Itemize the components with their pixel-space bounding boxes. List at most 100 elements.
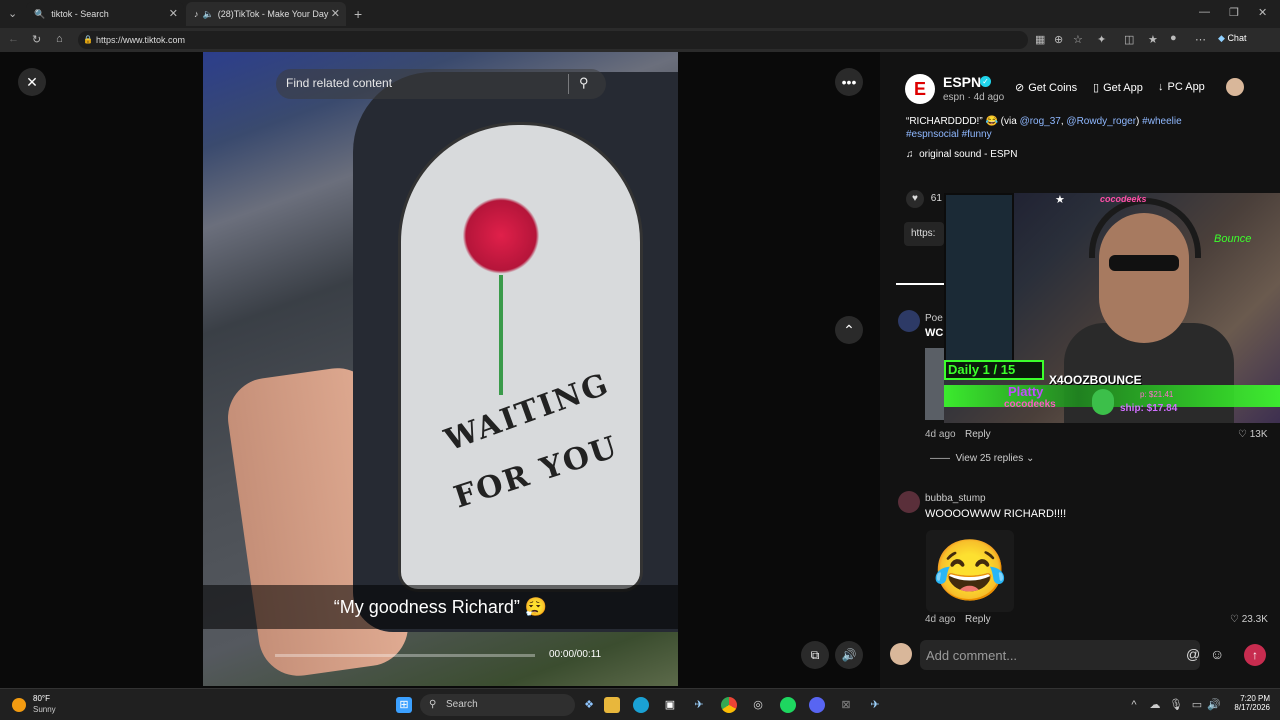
video-caption: “My goodness Richard” 😮‍💨 [333, 597, 548, 617]
author-avatar[interactable]: E [905, 74, 935, 104]
home-icon[interactable]: ⌂ [56, 33, 63, 45]
volume-button[interactable]: 🔊 [835, 641, 863, 669]
pc-app-button[interactable]: ↓ PC App [1158, 81, 1205, 93]
comment-like[interactable]: ♡ 13K [1238, 429, 1268, 440]
mention-link[interactable]: @rog_37 [1020, 116, 1061, 127]
overlay-top-name: cocodeeks [1100, 194, 1147, 204]
more-icon[interactable]: ⋯ [1195, 33, 1206, 46]
hashtag-link[interactable]: #wheelie [1142, 116, 1181, 127]
find-related-search[interactable]: Find related content ⚲ [276, 69, 606, 99]
edge-icon[interactable] [633, 697, 649, 713]
music-note-icon: ♫ [906, 149, 914, 160]
description-text: “RICHARDDDD!” 😂 (via [906, 116, 1020, 127]
copilot-chat-button[interactable]: ◆ Chat [1218, 33, 1246, 44]
puzzle-icon[interactable]: ✦ [1097, 33, 1106, 46]
video-progress-bar[interactable] [275, 654, 535, 657]
maximize-icon[interactable]: ❐ [1229, 6, 1239, 19]
file-explorer-icon[interactable] [604, 697, 620, 713]
task-view-icon[interactable]: ❖ [581, 697, 597, 713]
minimize-icon[interactable]: — [1199, 6, 1210, 18]
tab-title: (28)TikTok - Make Your Day [217, 9, 329, 19]
commenter-avatar[interactable] [898, 491, 920, 513]
chat-label: Chat [1227, 33, 1247, 43]
taskbar-search[interactable]: ⚲ Search [420, 694, 575, 716]
reload-icon[interactable]: ↻ [32, 33, 41, 46]
comment-like-count: 13K [1249, 429, 1268, 440]
obs-icon[interactable]: ◎ [750, 697, 766, 713]
like-icon[interactable]: ♥ [906, 190, 924, 208]
hashtag-link[interactable]: #funny [962, 129, 992, 140]
commenter-avatar[interactable] [898, 310, 920, 332]
get-app-label: Get App [1103, 81, 1143, 94]
clock[interactable]: 7:20 PM 8/17/2026 [1226, 694, 1270, 712]
mention-link[interactable]: @Rowdy_roger [1066, 116, 1136, 127]
clock-date: 8/17/2026 [1234, 703, 1270, 712]
caption-band: “My goodness Richard” 😮‍💨 [203, 585, 678, 629]
discord-icon[interactable] [809, 697, 825, 713]
user-avatar[interactable] [1226, 78, 1244, 96]
send-comment-button[interactable]: ↑ [1244, 644, 1266, 666]
comment-image[interactable] [925, 348, 945, 420]
tab-list-icon[interactable]: ⌄ [8, 7, 17, 20]
steam-icon[interactable]: ✈ [691, 697, 707, 713]
tab-tiktok-active[interactable]: ♪ 🔈 (28)TikTok - Make Your Day ✕ [186, 2, 346, 26]
url-text: https://www.tiktok.com [96, 35, 186, 45]
overlay-money: p: $21.41 [1140, 390, 1174, 399]
reply-button[interactable]: Reply [965, 614, 991, 625]
copy-link-field[interactable]: https: [904, 222, 944, 246]
more-options-button[interactable]: ••• [835, 68, 863, 96]
phone-icon: ▯ [1093, 82, 1100, 94]
extensions-icon[interactable]: ▦ [1035, 33, 1045, 46]
emoji-icon[interactable]: ☺ [1210, 646, 1224, 662]
favorite-icon[interactable]: ☆ [1073, 33, 1083, 46]
picture-in-picture-button[interactable]: ⧉ [801, 641, 829, 669]
tab-tiktok-search[interactable]: 🔍 tiktok - Search ✕ [26, 2, 184, 26]
comment-input-placeholder: Add comment... [926, 648, 1018, 663]
previous-video-button[interactable]: ⌃ [835, 316, 863, 344]
spotify-icon[interactable] [780, 697, 796, 713]
comment-like[interactable]: ♡ 23.3K [1230, 614, 1268, 625]
network-icon[interactable]: ▭ [1189, 697, 1205, 713]
profile-icon[interactable]: ● [1170, 32, 1177, 44]
reply-button[interactable]: Reply [965, 429, 991, 440]
favorites-bar-icon[interactable]: ★ [1148, 33, 1158, 46]
app-icon[interactable]: ✈ [867, 697, 883, 713]
hashtag-link[interactable]: #espnsocial [906, 129, 959, 140]
new-tab-icon[interactable]: + [354, 6, 362, 22]
excel-icon[interactable]: ⊠ [838, 697, 854, 713]
overlay-platty: Platty [1008, 384, 1044, 399]
close-tab-icon[interactable]: ✕ [331, 7, 340, 20]
search-icon[interactable]: ⚲ [579, 75, 589, 91]
url-field[interactable]: 🔒 https://www.tiktok.com [78, 31, 1028, 49]
view-replies-button[interactable]: —— View 25 replies ⌄ [930, 453, 1034, 464]
commenter-name[interactable]: bubba_stump [925, 493, 986, 504]
engagement-row: ♥ 61 [906, 190, 942, 208]
weather-temp: 80°F [33, 694, 50, 703]
cam-background-monitor [944, 193, 1014, 378]
author-name[interactable]: ESPN [943, 74, 981, 90]
close-window-icon[interactable]: ✕ [1258, 6, 1267, 19]
tray-overflow-icon[interactable]: ^ [1126, 697, 1142, 713]
get-coins-button[interactable]: ⊘ Get Coins [1015, 81, 1077, 95]
close-viewer-button[interactable]: ✕ [18, 68, 46, 96]
get-app-button[interactable]: ▯ Get App [1093, 81, 1143, 95]
volume-icon[interactable]: 🔊 [1206, 697, 1222, 713]
mic-icon[interactable]: 🎙 [1168, 697, 1184, 713]
overlay-ship: ship: $17.84 [1120, 403, 1178, 414]
start-icon[interactable]: ⊞ [396, 697, 412, 713]
cloud-icon[interactable]: ☁ [1147, 697, 1163, 713]
split-screen-icon[interactable]: ◫ [1124, 33, 1134, 46]
comment-like-count: 23.3K [1241, 614, 1268, 625]
zoom-icon[interactable]: ⊕ [1054, 33, 1063, 46]
store-icon[interactable]: ▣ [662, 697, 678, 713]
back-icon[interactable]: ← [8, 33, 19, 45]
sound-link[interactable]: ♫ original sound - ESPN [906, 149, 1017, 160]
pc-app-label: PC App [1167, 81, 1205, 93]
streamer-webcam-overlay: ★ cocodeeks Bounce Daily 1 / 15 X4OOZBOU… [944, 193, 1280, 423]
laughing-emoji-sticker[interactable]: 😂 [926, 530, 1014, 612]
video-timecode: 00:00/00:11 [549, 649, 602, 660]
mention-icon[interactable]: @ [1186, 646, 1200, 662]
close-tab-icon[interactable]: ✕ [169, 7, 178, 20]
chrome-icon[interactable] [721, 697, 737, 713]
commenter-name[interactable]: Poe [925, 313, 943, 324]
